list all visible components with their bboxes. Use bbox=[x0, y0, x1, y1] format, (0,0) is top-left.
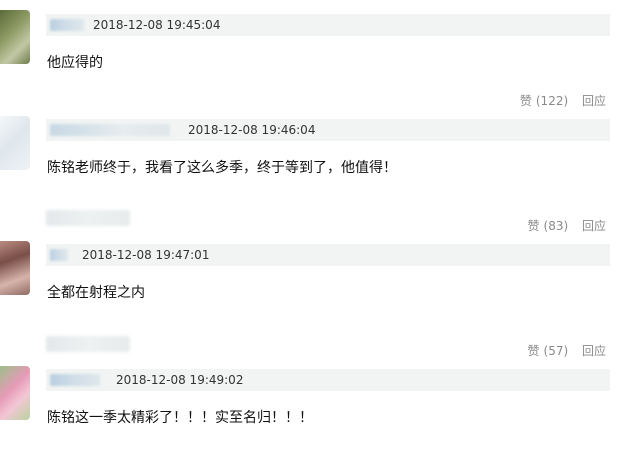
comment-text: 他应得的 bbox=[47, 55, 103, 71]
comment-actions: 赞 (57) 回应 bbox=[518, 343, 607, 359]
username[interactable] bbox=[50, 19, 84, 31]
comment-timestamp: 2018-12-08 19:49:02 bbox=[116, 373, 244, 387]
avatar[interactable] bbox=[0, 241, 30, 295]
avatar[interactable] bbox=[0, 366, 30, 420]
like-count: (57) bbox=[543, 344, 569, 358]
like-button[interactable]: 赞 (57) bbox=[528, 344, 569, 358]
like-label: 赞 bbox=[519, 94, 532, 108]
like-button[interactable]: 赞 (122) bbox=[520, 94, 568, 108]
username[interactable] bbox=[50, 249, 68, 261]
comment-timestamp: 2018-12-08 19:45:04 bbox=[93, 18, 221, 32]
comment-text: 全都在射程之内 bbox=[47, 285, 145, 301]
like-label: 赞 bbox=[527, 344, 540, 358]
comment-header: 2018-12-08 19:46:04 bbox=[46, 119, 610, 141]
comment-timestamp: 2018-12-08 19:47:01 bbox=[82, 248, 210, 262]
reply-username[interactable] bbox=[46, 336, 130, 352]
like-count: (122) bbox=[535, 94, 569, 108]
like-label: 赞 bbox=[527, 219, 540, 233]
comment-text: 陈铭这一季太精彩了！！！实至名归！！！ bbox=[47, 410, 313, 426]
reply-button[interactable]: 回应 bbox=[582, 344, 606, 358]
comment-header: 2018-12-08 19:47:01 bbox=[46, 244, 610, 266]
comment-text: 陈铭老师终于，我看了这么多季，终于等到了，他值得！ bbox=[47, 160, 397, 176]
comment-header: 2018-12-08 19:45:04 bbox=[46, 14, 610, 36]
comment-actions: 赞 (83) 回应 bbox=[518, 218, 607, 234]
avatar[interactable] bbox=[0, 116, 30, 170]
comment-timestamp: 2018-12-08 19:46:04 bbox=[188, 123, 316, 137]
reply-button[interactable]: 回应 bbox=[582, 219, 606, 233]
username[interactable] bbox=[50, 374, 100, 386]
like-count: (83) bbox=[543, 219, 569, 233]
avatar[interactable] bbox=[0, 10, 30, 64]
comment-header: 2018-12-08 19:49:02 bbox=[46, 369, 610, 391]
comment-actions: 赞 (122) 回应 bbox=[510, 93, 606, 109]
reply-button[interactable]: 回应 bbox=[582, 94, 606, 108]
like-button[interactable]: 赞 (83) bbox=[528, 219, 569, 233]
reply-username[interactable] bbox=[46, 210, 130, 226]
username[interactable] bbox=[50, 124, 170, 136]
